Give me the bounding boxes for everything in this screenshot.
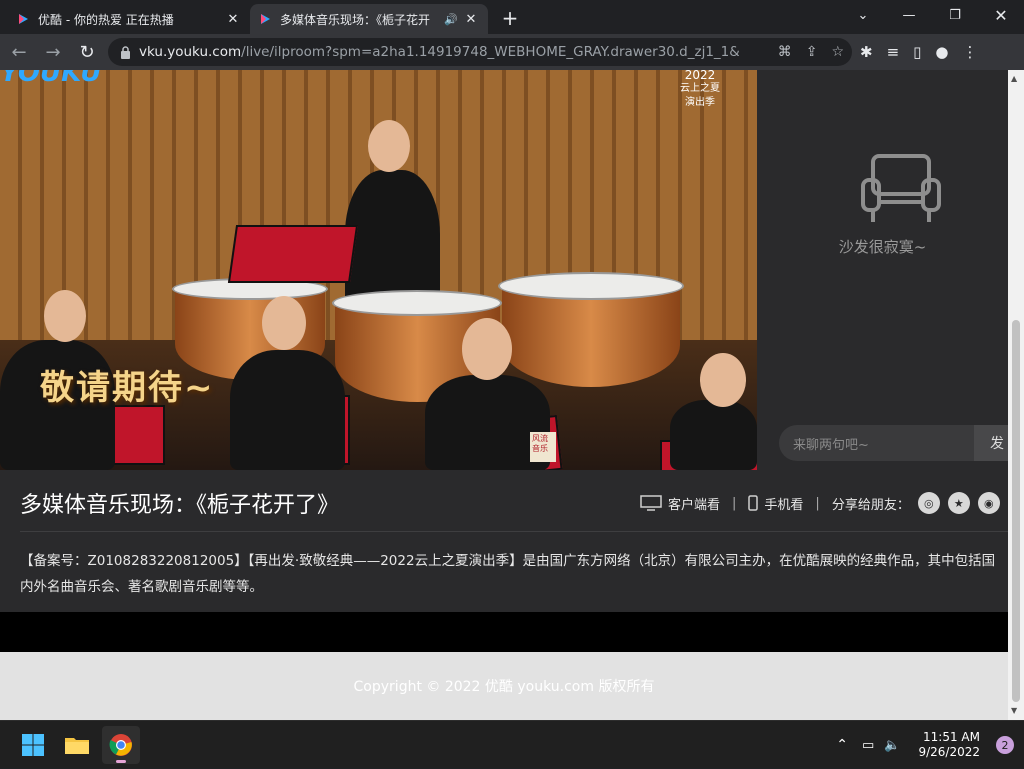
minimize-button[interactable]: — <box>886 0 932 30</box>
broadcaster-watermark: 风流 音乐 <box>530 432 556 462</box>
system-tray: ⌃ ▭ 🔈 11:51 AM 9/26/2022 2 <box>836 721 1014 769</box>
browser-toolbar: ← → ↻ vku.youku.com/live/ilproom?spm=a2h… <box>0 34 1024 70</box>
page-scrollbar[interactable]: ▲ ▼ <box>1008 70 1024 720</box>
close-window-button[interactable]: ✕ <box>978 0 1024 30</box>
notification-badge[interactable]: 2 <box>996 736 1014 754</box>
new-tab-button[interactable]: + <box>498 6 522 30</box>
restore-button[interactable]: ❐ <box>932 0 978 30</box>
watch-actions: 客户端看 | 手机看 | 分享给朋友： ◎ ★ ◉ <box>640 492 1000 514</box>
translate-icon[interactable]: ⌘ <box>778 44 792 60</box>
timpani-drum <box>498 272 684 300</box>
address-bar[interactable]: vku.youku.com/live/ilproom?spm=a2ha1.149… <box>108 38 852 66</box>
qzone-share-icon[interactable]: ★ <box>947 492 970 514</box>
wechat-share-icon[interactable]: ◎ <box>917 492 940 514</box>
folder-icon <box>65 738 89 754</box>
tab-youku-home[interactable]: 优酷 - 你的热爱 正在热播 ✕ <box>8 4 250 34</box>
program-info: 多媒体音乐现场：《栀子花开了》 客户端看 | 手机看 | 分享给朋友： ◎ ★ … <box>0 470 1008 612</box>
scroll-up-icon[interactable]: ▲ <box>1011 74 1017 83</box>
chevron-up-icon[interactable]: ⌃ <box>836 737 848 753</box>
scrollbar-thumb[interactable] <box>1012 320 1020 702</box>
youku-logo: YOUKU <box>0 70 102 88</box>
forward-icon[interactable]: → <box>38 37 68 67</box>
program-title: 多媒体音乐现场：《栀子花开了》 <box>20 493 340 518</box>
tab-strip: 优酷 - 你的热爱 正在热播 ✕ 多媒体音乐现场：《栀子花开 🔊 ✕ + ⌄ —… <box>0 0 1024 34</box>
timpani-drum <box>332 290 502 316</box>
coming-soon-overlay: 敬请期待~ <box>40 368 215 408</box>
extensions-icon[interactable]: ✱ <box>860 43 873 61</box>
windows-logo-icon <box>22 734 44 756</box>
speaker-icon[interactable]: 🔊 <box>444 13 458 26</box>
tab-search-icon[interactable]: ⌄ <box>840 0 886 30</box>
empty-chat-message: 沙发很寂寞~ <box>838 238 927 256</box>
video-player[interactable]: YOUKU 2022 云上之夏 演出季 敬请期待~ 风流 音乐 <box>0 70 757 470</box>
chat-input[interactable]: 来聊两句吧~ <box>779 425 974 461</box>
desktop-icon <box>640 495 662 511</box>
bookmark-star-icon[interactable]: ☆ <box>831 44 844 60</box>
tab-title: 优酷 - 你的热爱 正在热播 <box>38 12 174 27</box>
time-text: 11:51 AM <box>923 730 980 744</box>
chat-panel: 沙发很寂寞~ 来聊两句吧~ 发 <box>757 70 1008 470</box>
windows-taskbar: ⌃ ▭ 🔈 11:51 AM 9/26/2022 2 <box>0 720 1024 768</box>
tab-title: 多媒体音乐现场：《栀子花开 <box>280 12 431 27</box>
performer <box>670 400 757 470</box>
weibo-share-icon[interactable]: ◉ <box>977 492 1000 514</box>
performer <box>230 350 345 470</box>
client-watch-link[interactable]: 客户端看 <box>668 494 720 513</box>
reload-icon[interactable]: ↻ <box>72 37 102 67</box>
file-explorer-button[interactable] <box>58 726 96 764</box>
date-text: 9/26/2022 <box>918 745 980 759</box>
url-text: vku.youku.com/live/ilproom?spm=a2ha1.149… <box>139 44 739 60</box>
program-description: 【备案号：Z0108283220812005】【再出发·致敬经典——2022云上… <box>20 553 996 595</box>
side-panel-icon[interactable]: ▯ <box>913 43 921 61</box>
sofa-icon <box>861 154 941 222</box>
spacer-band <box>0 612 1008 652</box>
music-stand <box>227 225 359 283</box>
start-button[interactable] <box>14 726 52 764</box>
network-icon[interactable]: ▭ <box>862 738 874 753</box>
mobile-watch-link[interactable]: 手机看 <box>764 494 803 513</box>
youku-favicon-icon <box>19 14 28 24</box>
youku-favicon-icon <box>261 14 270 24</box>
clock[interactable]: 11:51 AM 9/26/2022 <box>918 730 980 760</box>
close-tab-icon[interactable]: ✕ <box>462 10 480 28</box>
footer: Copyright © 2022 优酷 youku.com 版权所有 <box>0 652 1008 720</box>
lock-icon <box>121 45 130 59</box>
divider <box>20 531 1008 532</box>
phone-icon <box>748 495 759 511</box>
media-control-icon[interactable]: ≡ <box>887 43 900 61</box>
chrome-icon <box>109 734 132 756</box>
share-icon[interactable]: ⇪ <box>806 44 818 60</box>
back-icon[interactable]: ← <box>4 37 34 67</box>
chrome-taskbar-button[interactable] <box>102 726 140 764</box>
send-button[interactable]: 发 <box>974 425 1008 461</box>
page-viewport: YOUKU 2022 云上之夏 演出季 敬请期待~ 风流 音乐 沙发很寂寞~ 来… <box>0 70 1008 720</box>
tab-live-room[interactable]: 多媒体音乐现场：《栀子花开 🔊 ✕ <box>250 4 488 34</box>
scroll-down-icon[interactable]: ▼ <box>1011 706 1017 715</box>
profile-avatar-icon[interactable]: ● <box>935 43 948 61</box>
copyright-text: Copyright © 2022 优酷 youku.com 版权所有 <box>353 679 655 695</box>
volume-icon[interactable]: 🔈 <box>884 738 900 753</box>
festival-badge: 2022 云上之夏 演出季 <box>680 70 720 108</box>
close-tab-icon[interactable]: ✕ <box>224 10 242 28</box>
share-label: 分享给朋友： <box>831 497 910 513</box>
menu-kebab-icon[interactable]: ⋮ <box>963 43 978 61</box>
